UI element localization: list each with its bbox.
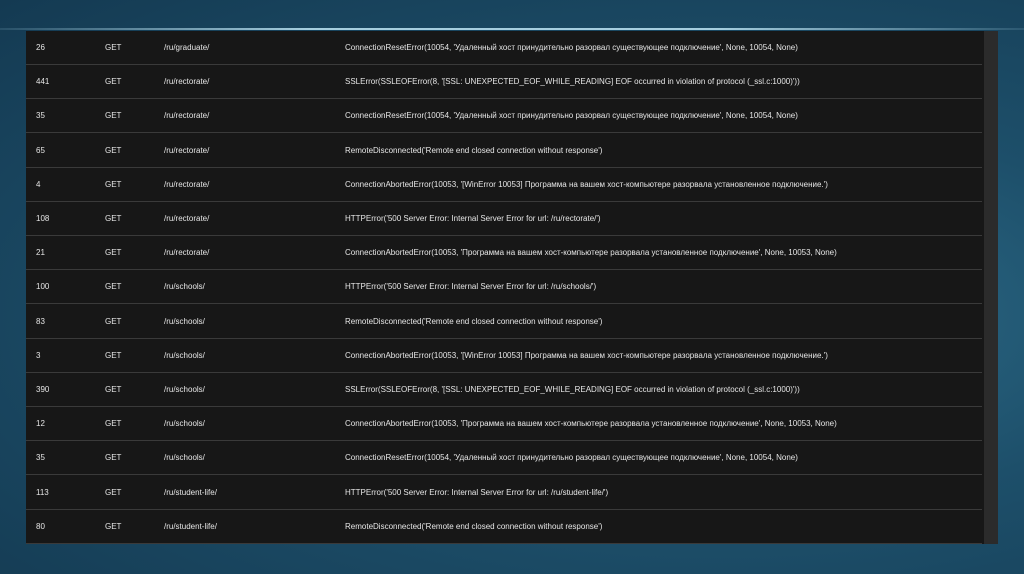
count-cell: 12 [36,419,45,429]
method-cell: GET [105,350,122,360]
count-cell: 4 [36,179,41,189]
url-cell: /ru/rectorate/ [164,179,210,189]
method-cell: GET [105,385,122,394]
error-cell: ConnectionAbortedError(10053, '[WinError… [345,179,828,189]
method-cell: GET [105,145,122,155]
table-row[interactable]: 441 GET/ru/rectorate/SSLError(SSLEOFError… [26,65,982,100]
url-cell: /ru/rectorate/ [164,248,210,258]
count-cell: 100 [36,282,50,292]
method-cell: GET [105,77,122,87]
count-cell: 21 [36,248,45,258]
count-cell: 35 [36,453,45,463]
url-cell: /ru/student-life/ [164,487,217,497]
table-row[interactable]: 4 GET/ru/rectorate/ConnectionAbortedError… [26,168,982,202]
error-cell: RemoteDisconnected('Remote end closed co… [345,521,603,531]
count-cell: 441 [36,77,50,87]
url-cell: /ru/schools/ [164,350,205,360]
method-cell: GET [105,316,122,326]
table-row[interactable]: 100 GET/ru/schools/HTTPError('500 Server … [26,270,982,305]
table-row[interactable]: 3 GET/ru/schools/ConnectionAbortedError(1… [26,339,982,373]
count-cell: 3 [36,350,41,360]
error-cell: ConnectionResetError(10054, 'Удаленный х… [345,111,798,121]
method-cell: GET [105,43,122,52]
url-cell: /ru/schools/ [164,316,205,326]
error-log-table: 26 GET/ru/graduate/ConnectionResetError(1… [26,31,998,544]
error-cell: RemoteDisconnected('Remote end closed co… [345,145,603,155]
method-cell: GET [105,179,122,189]
table-row[interactable]: 26 GET/ru/graduate/ConnectionResetError(1… [26,31,982,65]
table-row[interactable]: 83 GET/ru/schools/RemoteDisconnected('Rem… [26,305,982,339]
method-cell: GET [105,282,122,292]
count-cell: 65 [36,145,45,155]
method-cell: GET [105,111,122,121]
error-cell: HTTPError('500 Server Error: Internal Se… [345,487,609,497]
table-row[interactable]: 80 GET/ru/student-life/RemoteDisconnected… [26,510,982,544]
table-row[interactable]: 390 GET/ru/schools/SSLError(SSLEOFError(8… [26,373,982,407]
table-row[interactable]: 21 GET/ru/rectorate/ConnectionAbortedErro… [26,236,982,271]
count-cell: 390 [36,385,50,394]
table-row[interactable]: 12 GET/ru/schools/ConnectionAbortedError(… [26,407,982,442]
url-cell: /ru/schools/ [164,453,205,463]
count-cell: 83 [36,316,45,326]
count-cell: 80 [36,521,45,531]
count-cell: 26 [36,43,45,52]
table-row[interactable]: 35 GET/ru/schools/ConnectionResetError(10… [26,441,982,476]
error-cell: ConnectionResetError(10054, 'Удаленный х… [345,453,798,463]
count-cell: 35 [36,111,45,121]
url-cell: /ru/schools/ [164,385,205,394]
error-cell: RemoteDisconnected('Remote end closed co… [345,316,603,326]
top-divider [0,28,1024,30]
url-cell: /ru/schools/ [164,419,205,429]
error-cell: ConnectionAbortedError(10053, 'Программа… [345,248,837,258]
error-cell: HTTPError('500 Server Error: Internal Se… [345,282,597,292]
url-cell: /ru/rectorate/ [164,111,210,121]
count-cell: 113 [36,487,49,497]
error-cell: ConnectionResetError(10054, 'Удаленный х… [345,43,798,52]
table-row[interactable]: 113 GET/ru/student-life/HTTPError('500 Se… [26,476,982,510]
error-cell: ConnectionAbortedError(10053, 'Программа… [345,419,837,429]
method-cell: GET [105,419,122,429]
method-cell: GET [105,453,122,463]
table-row[interactable]: 35 GET/ru/rectorate/ConnectionResetError(… [26,99,982,134]
count-cell: 108 [36,214,50,223]
vertical-scrollbar[interactable] [984,31,998,544]
url-cell: /ru/rectorate/ [164,77,210,87]
url-cell: /ru/graduate/ [164,43,210,52]
error-cell: ConnectionAbortedError(10053, '[WinError… [345,350,828,360]
url-cell: /ru/schools/ [164,282,205,292]
error-cell: SSLError(SSLEOFError(8, '[SSL: UNEXPECTE… [345,385,800,394]
method-cell: GET [105,214,122,223]
url-cell: /ru/rectorate/ [164,145,210,155]
method-cell: GET [105,487,122,497]
url-cell: /ru/student-life/ [164,521,217,531]
url-cell: /ru/rectorate/ [164,214,210,223]
error-cell: HTTPError('500 Server Error: Internal Se… [345,214,601,223]
table-row[interactable]: 65 GET/ru/rectorate/RemoteDisconnected('R… [26,134,982,168]
table-row[interactable]: 108 GET/ru/rectorate/HTTPError('500 Serve… [26,202,982,236]
method-cell: GET [105,248,122,258]
method-cell: GET [105,521,122,531]
error-cell: SSLError(SSLEOFError(8, '[SSL: UNEXPECTE… [345,77,800,87]
